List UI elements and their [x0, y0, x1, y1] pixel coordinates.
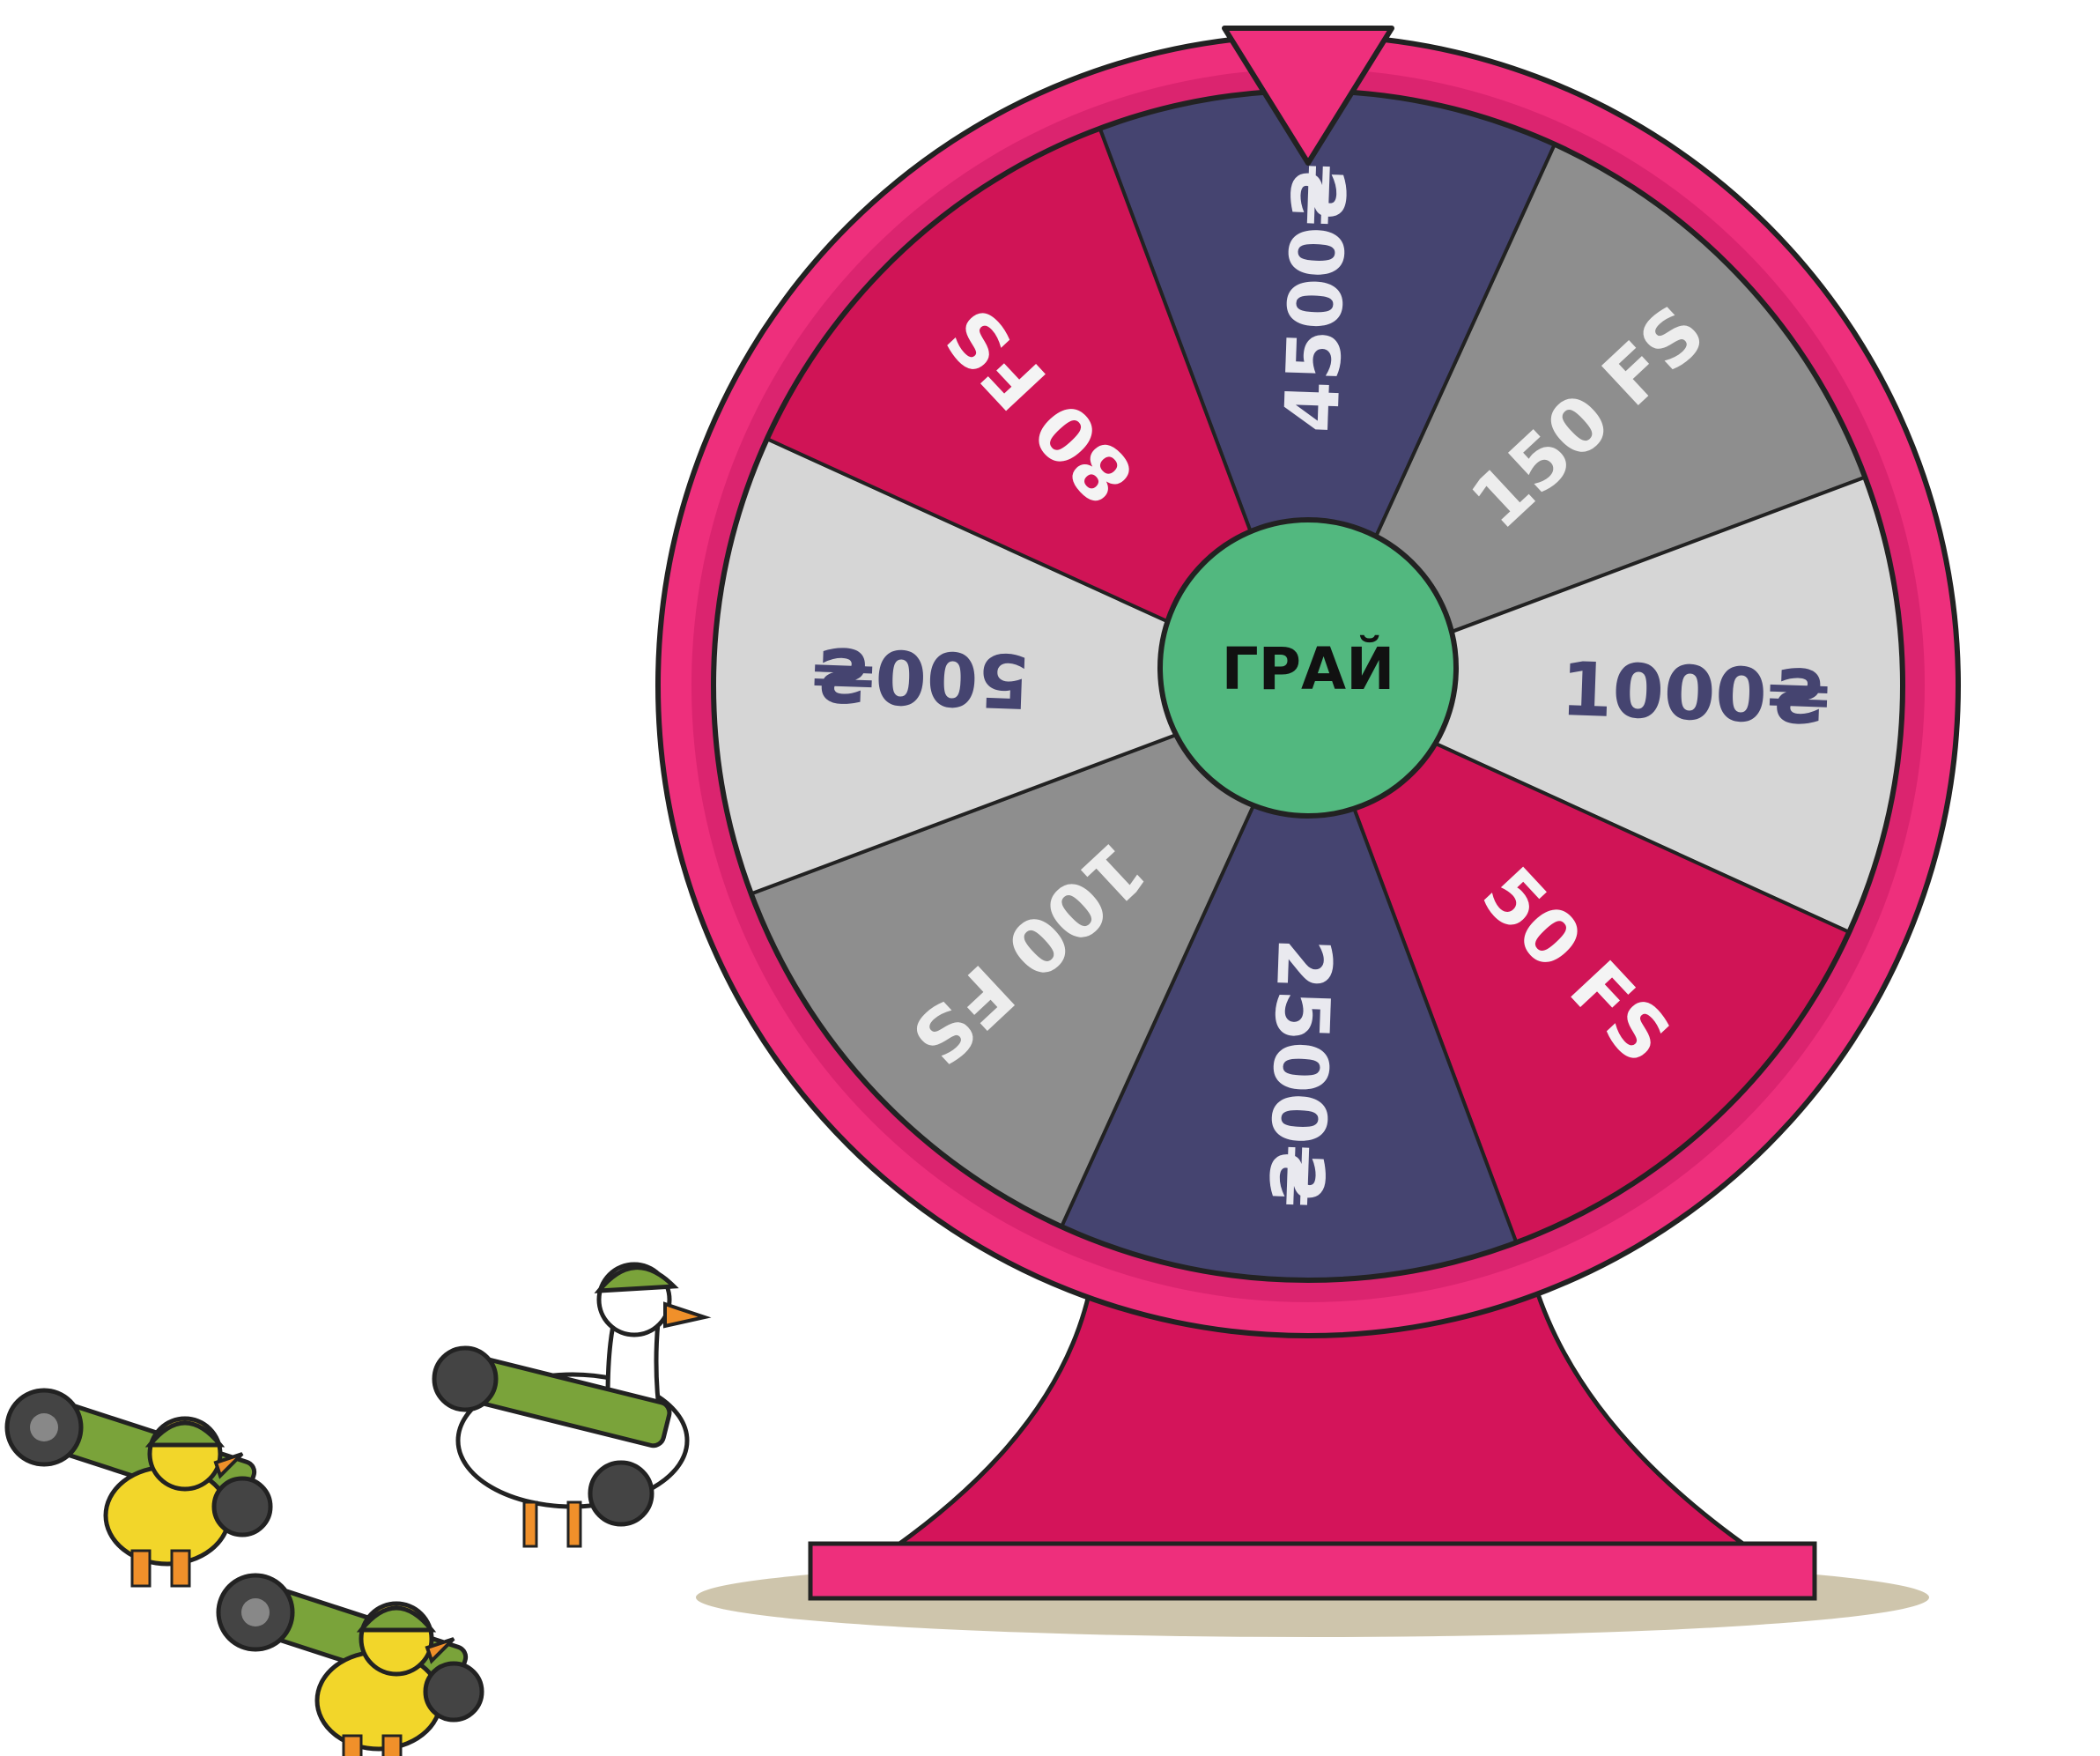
wheel-segment-label: 4500₴ — [1268, 161, 1364, 433]
goose-with-bazooka-icon — [432, 1262, 712, 1548]
wheel-segment-label: 500₴ — [810, 630, 1032, 724]
fortune-wheel-scene: 4500₴ 150 FS1000₴50 FS2500₴100 FS500₴80 F… — [4, 26, 1961, 1756]
spin-button-label: ГРАЙ — [1222, 634, 1395, 703]
duck-with-bazooka-icon — [4, 1388, 273, 1588]
duck-with-bazooka-icon — [216, 1573, 484, 1756]
wheel-segment-label: 2500₴ — [1252, 937, 1348, 1209]
wheel-segment-label: 1000₴ — [1559, 646, 1831, 742]
spin-button[interactable]: ГРАЙ — [1157, 517, 1459, 819]
